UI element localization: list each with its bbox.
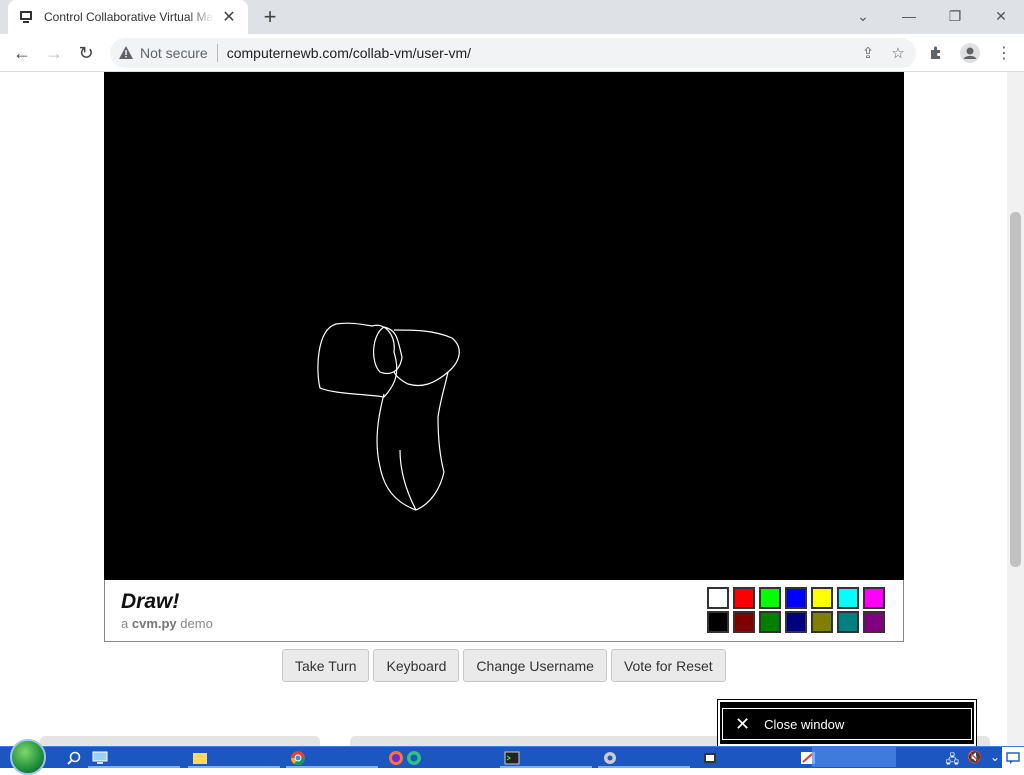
terminal-icon[interactable] — [504, 749, 520, 767]
draw-info-panel: Draw! a cvm.py demo — [104, 580, 904, 642]
tab-title: Control Collaborative Virtual Machine — [44, 10, 214, 24]
color-swatch[interactable] — [811, 587, 833, 609]
restore-button[interactable]: ❐ — [932, 0, 978, 32]
firefox-icon[interactable] — [388, 749, 404, 767]
draw-title: Draw! — [121, 590, 180, 613]
color-swatch[interactable] — [785, 611, 807, 633]
subtitle-suffix: demo — [180, 616, 213, 631]
minimize-button[interactable]: — — [886, 0, 932, 32]
reload-icon[interactable]: ↻ — [72, 39, 100, 67]
drawing-scribble — [317, 322, 460, 511]
new-tab-button[interactable]: + — [258, 4, 282, 29]
browser-tab[interactable]: Control Collaborative Virtual Machine ✕ — [8, 0, 248, 34]
chrome-icon[interactable] — [290, 749, 306, 767]
draw-subtitle: a cvm.py demo — [121, 616, 213, 631]
share-icon[interactable]: ⇪ — [858, 43, 878, 63]
bookmark-star-icon[interactable]: ☆ — [888, 43, 908, 63]
vm-controls: Take Turn Keyboard Change Username Vote … — [282, 649, 726, 682]
subtitle-brand: cvm.py — [131, 616, 177, 631]
color-swatch[interactable] — [811, 611, 833, 633]
menu-kebab-icon[interactable]: ⋮ — [990, 39, 1018, 67]
color-swatch[interactable] — [759, 611, 781, 633]
divider — [216, 44, 218, 62]
edge-icon[interactable] — [406, 749, 422, 767]
browser-tab-strip: Control Collaborative Virtual Machine ✕ … — [0, 0, 1024, 34]
color-swatch[interactable] — [707, 587, 729, 609]
color-swatch[interactable] — [707, 611, 729, 633]
keyboard-button[interactable]: Keyboard — [373, 649, 460, 682]
tab-close-icon[interactable]: ✕ — [220, 8, 238, 26]
vm-display[interactable] — [104, 72, 904, 580]
take-turn-button[interactable]: Take Turn — [282, 649, 370, 682]
close-icon: ✕ — [735, 713, 751, 734]
profile-avatar-icon[interactable] — [956, 39, 984, 67]
search-icon[interactable] — [66, 749, 82, 767]
url-text[interactable]: computernewb.com/collab-vm/user-vm/ — [227, 45, 471, 61]
panel-edge — [40, 736, 320, 746]
folder-icon[interactable] — [192, 749, 208, 767]
change-username-button[interactable]: Change Username — [463, 649, 607, 682]
color-swatch[interactable] — [863, 587, 885, 609]
vote-reset-button[interactable]: Vote for Reset — [610, 649, 726, 682]
app-icon[interactable] — [702, 749, 718, 767]
color-swatch[interactable] — [759, 587, 781, 609]
vertical-scrollbar[interactable] — [1007, 72, 1024, 746]
warning-icon — [119, 46, 133, 59]
color-swatch[interactable] — [837, 587, 859, 609]
close-window-button[interactable]: ✕ Close window — [722, 708, 972, 740]
close-window-popup: ✕ Close window — [717, 699, 977, 747]
color-swatch[interactable] — [837, 611, 859, 633]
color-swatch[interactable] — [733, 611, 755, 633]
browser-toolbar: ← → ↻ Not secure computernewb.com/collab… — [0, 34, 1024, 72]
collabvm-favicon-icon — [18, 9, 34, 25]
close-button[interactable]: ✕ — [978, 0, 1024, 32]
page-content: Draw! a cvm.py demo Take Turn Keyboard C… — [0, 72, 1007, 746]
color-swatch[interactable] — [785, 587, 807, 609]
taskbar: 🖧 🔇 ⌄ — [0, 739, 1024, 775]
color-palette — [707, 587, 887, 633]
color-swatch[interactable] — [733, 587, 755, 609]
tab-search-chevron-icon[interactable]: ⌄ — [840, 0, 886, 32]
security-label[interactable]: Not secure — [140, 45, 208, 61]
scrollbar-thumb[interactable] — [1010, 212, 1021, 567]
extensions-icon[interactable] — [922, 39, 950, 67]
computer-icon[interactable] — [92, 749, 108, 767]
notification-icon[interactable] — [1002, 747, 1024, 769]
subtitle-prefix: a — [121, 616, 129, 631]
start-button[interactable] — [10, 739, 46, 775]
settings-icon[interactable] — [602, 749, 618, 767]
forward-icon[interactable]: → — [40, 39, 68, 67]
back-icon[interactable]: ← — [8, 39, 36, 67]
color-swatch[interactable] — [863, 611, 885, 633]
close-window-label: Close window — [764, 716, 845, 732]
address-bar[interactable]: Not secure computernewb.com/collab-vm/us… — [110, 38, 916, 68]
